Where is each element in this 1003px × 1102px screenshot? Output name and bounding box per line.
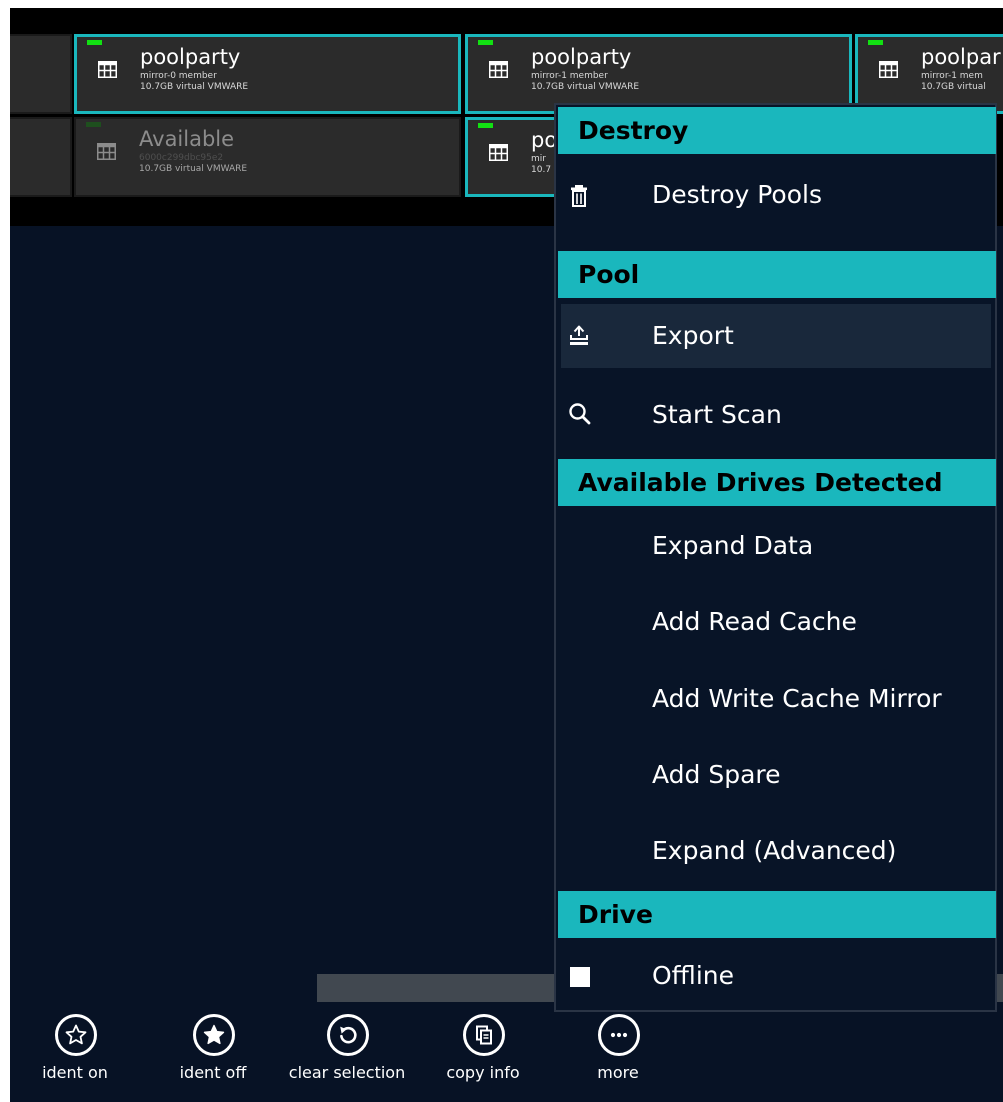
drive-tile[interactable]: poolparty mirror-1 member 10.7GB virtual…: [465, 34, 852, 114]
drive-role: mirror-1 mem: [921, 71, 983, 81]
ident-off-label: ident off: [179, 1063, 247, 1082]
menu-item-export[interactable]: Export: [561, 304, 991, 368]
menu-item-label: Export: [652, 321, 734, 350]
context-menu: Destroy Destroy Pools Pool Export Start …: [554, 103, 997, 1012]
drive-tile-partial[interactable]: [10, 34, 72, 114]
status-led: [87, 40, 102, 45]
copy-info-label: copy info: [446, 1063, 520, 1082]
drive-size: 10.7GB virtual: [921, 82, 986, 92]
trash-icon: [571, 185, 587, 207]
horizontal-scrollbar-end[interactable]: [997, 974, 1003, 1002]
drive-tile-partial[interactable]: [10, 117, 72, 197]
app-bar: ident on ident off clear selection copy …: [10, 1004, 1003, 1102]
drive-grid-icon: [879, 61, 898, 78]
undo-icon: [327, 1014, 369, 1056]
menu-item-expand-advanced[interactable]: Expand (Advanced): [561, 819, 991, 883]
drive-size: 10.7: [531, 165, 552, 175]
menu-item-add-write-cache-mirror[interactable]: Add Write Cache Mirror: [561, 667, 991, 731]
menu-item-destroy-pools[interactable]: Destroy Pools: [561, 163, 991, 227]
clear-selection-button[interactable]: clear selection: [282, 1014, 412, 1102]
app-window: poolparty mirror-0 member 10.7GB virtual…: [10, 8, 1003, 1102]
drive-role: mirror-1 member: [531, 71, 608, 81]
menu-item-label: Start Scan: [652, 400, 782, 429]
drive-role: mirror-0 member: [140, 71, 217, 81]
status-led: [478, 123, 493, 128]
more-label: more: [597, 1063, 639, 1082]
horizontal-scrollbar[interactable]: [317, 974, 567, 1002]
menu-section-available-drives: Available Drives Detected: [558, 459, 996, 506]
drive-grid-icon: [489, 144, 508, 161]
star-outline-icon: [55, 1014, 97, 1056]
drive-serial: 6000c299dbc95e2: [139, 153, 224, 163]
copy-icon: [463, 1014, 505, 1056]
drive-grid-icon: [489, 61, 508, 78]
status-led: [478, 40, 493, 45]
clear-selection-label: clear selection: [288, 1063, 406, 1082]
star-filled-icon: [193, 1014, 235, 1056]
menu-item-label: Offline: [652, 961, 735, 990]
menu-item-add-spare[interactable]: Add Spare: [561, 743, 991, 807]
search-icon: [569, 403, 591, 425]
ident-on-button[interactable]: ident on: [10, 1014, 140, 1102]
drive-grid-icon: [97, 143, 116, 160]
checkbox-icon: [570, 967, 590, 987]
drive-size: 10.7GB virtual VMWARE: [139, 164, 248, 174]
menu-item-label: Destroy Pools: [652, 180, 822, 209]
menu-item-start-scan[interactable]: Start Scan: [561, 383, 991, 447]
menu-section-pool: Pool: [558, 251, 996, 298]
drive-size: 10.7GB virtual VMWARE: [531, 82, 640, 92]
menu-item-label: Add Read Cache: [652, 607, 857, 636]
drive-size: 10.7GB virtual VMWARE: [140, 82, 249, 92]
menu-item-label: Add Write Cache Mirror: [652, 684, 942, 713]
drive-tile-available[interactable]: Available 6000c299dbc95e2 10.7GB virtual…: [74, 117, 461, 197]
drive-pool-name: poolparty: [140, 45, 241, 69]
more-icon: [598, 1014, 640, 1056]
status-led: [86, 122, 101, 127]
copy-info-button[interactable]: copy info: [418, 1014, 548, 1102]
drive-pool-name: poolparty: [531, 45, 632, 69]
drive-role: mir: [531, 154, 546, 164]
drive-tile[interactable]: poolparty mirror-0 member 10.7GB virtual…: [74, 34, 461, 114]
menu-section-drive: Drive: [558, 891, 996, 938]
menu-item-offline[interactable]: Offline: [561, 944, 991, 1008]
drive-grid-icon: [98, 61, 117, 78]
status-led: [868, 40, 883, 45]
drive-pool-name: poolpar: [921, 45, 1001, 69]
export-icon: [570, 325, 588, 345]
drive-pool-name: Available: [139, 127, 235, 151]
menu-item-label: Expand Data: [652, 531, 814, 560]
menu-section-destroy: Destroy: [558, 107, 996, 154]
ident-off-button[interactable]: ident off: [148, 1014, 278, 1102]
menu-item-expand-data[interactable]: Expand Data: [561, 514, 991, 578]
more-button[interactable]: more: [553, 1014, 683, 1102]
menu-item-label: Add Spare: [652, 760, 781, 789]
menu-item-label: Expand (Advanced): [652, 836, 897, 865]
ident-on-label: ident on: [42, 1063, 108, 1082]
drive-tile[interactable]: poolpar mirror-1 mem 10.7GB virtual: [855, 34, 1003, 114]
menu-item-add-read-cache[interactable]: Add Read Cache: [561, 590, 991, 654]
